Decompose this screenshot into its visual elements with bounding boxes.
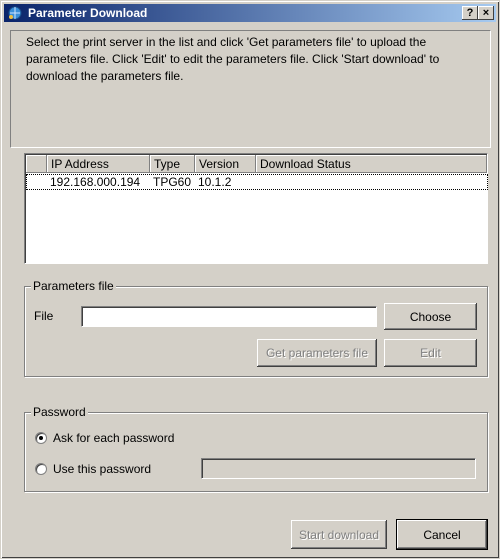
- instructions-text: Select the print server in the list and …: [26, 35, 440, 83]
- column-header-select[interactable]: [26, 155, 47, 173]
- get-parameters-file-button[interactable]: Get parameters file: [257, 339, 377, 367]
- ask-each-password-option[interactable]: Ask for each password: [35, 431, 174, 445]
- table-row[interactable]: 192.168.000.194 TPG60 10.1.2: [26, 174, 488, 190]
- window-title: Parameter Download: [28, 6, 148, 20]
- cancel-button[interactable]: Cancel: [396, 519, 488, 550]
- choose-button[interactable]: Choose: [384, 303, 477, 330]
- password-group: Password: [24, 405, 488, 492]
- password-input[interactable]: [201, 458, 476, 479]
- parameters-file-group-label: Parameters file: [31, 279, 116, 293]
- file-path-input[interactable]: [81, 306, 377, 327]
- title-bar[interactable]: Parameter Download ? ×: [4, 4, 496, 22]
- ask-each-password-label[interactable]: Ask for each password: [53, 431, 174, 445]
- cell-version: 10.1.2: [198, 175, 232, 189]
- file-label: File: [34, 309, 54, 323]
- ask-each-password-radio[interactable]: [35, 432, 47, 444]
- start-download-button[interactable]: Start download: [291, 520, 387, 549]
- help-button[interactable]: ?: [462, 6, 478, 20]
- use-this-password-radio[interactable]: [35, 463, 47, 475]
- use-this-password-option[interactable]: Use this password: [35, 462, 151, 476]
- password-group-label: Password: [31, 405, 88, 419]
- parameter-download-dialog: Parameter Download ? × Select the print …: [0, 0, 500, 559]
- list-header: IP Address Type Version Download Status: [26, 155, 487, 173]
- cell-ip-address: 192.168.000.194: [50, 175, 141, 189]
- column-header-type[interactable]: Type: [150, 155, 195, 173]
- edit-button[interactable]: Edit: [384, 339, 477, 367]
- column-header-ip-address[interactable]: IP Address: [47, 155, 150, 173]
- print-server-list[interactable]: IP Address Type Version Download Status …: [24, 153, 488, 264]
- cell-type: TPG60: [153, 175, 192, 189]
- column-header-version[interactable]: Version: [195, 155, 256, 173]
- close-button[interactable]: ×: [478, 6, 494, 20]
- column-header-download-status[interactable]: Download Status: [256, 155, 487, 173]
- network-icon: [8, 6, 22, 20]
- use-this-password-label[interactable]: Use this password: [53, 462, 151, 476]
